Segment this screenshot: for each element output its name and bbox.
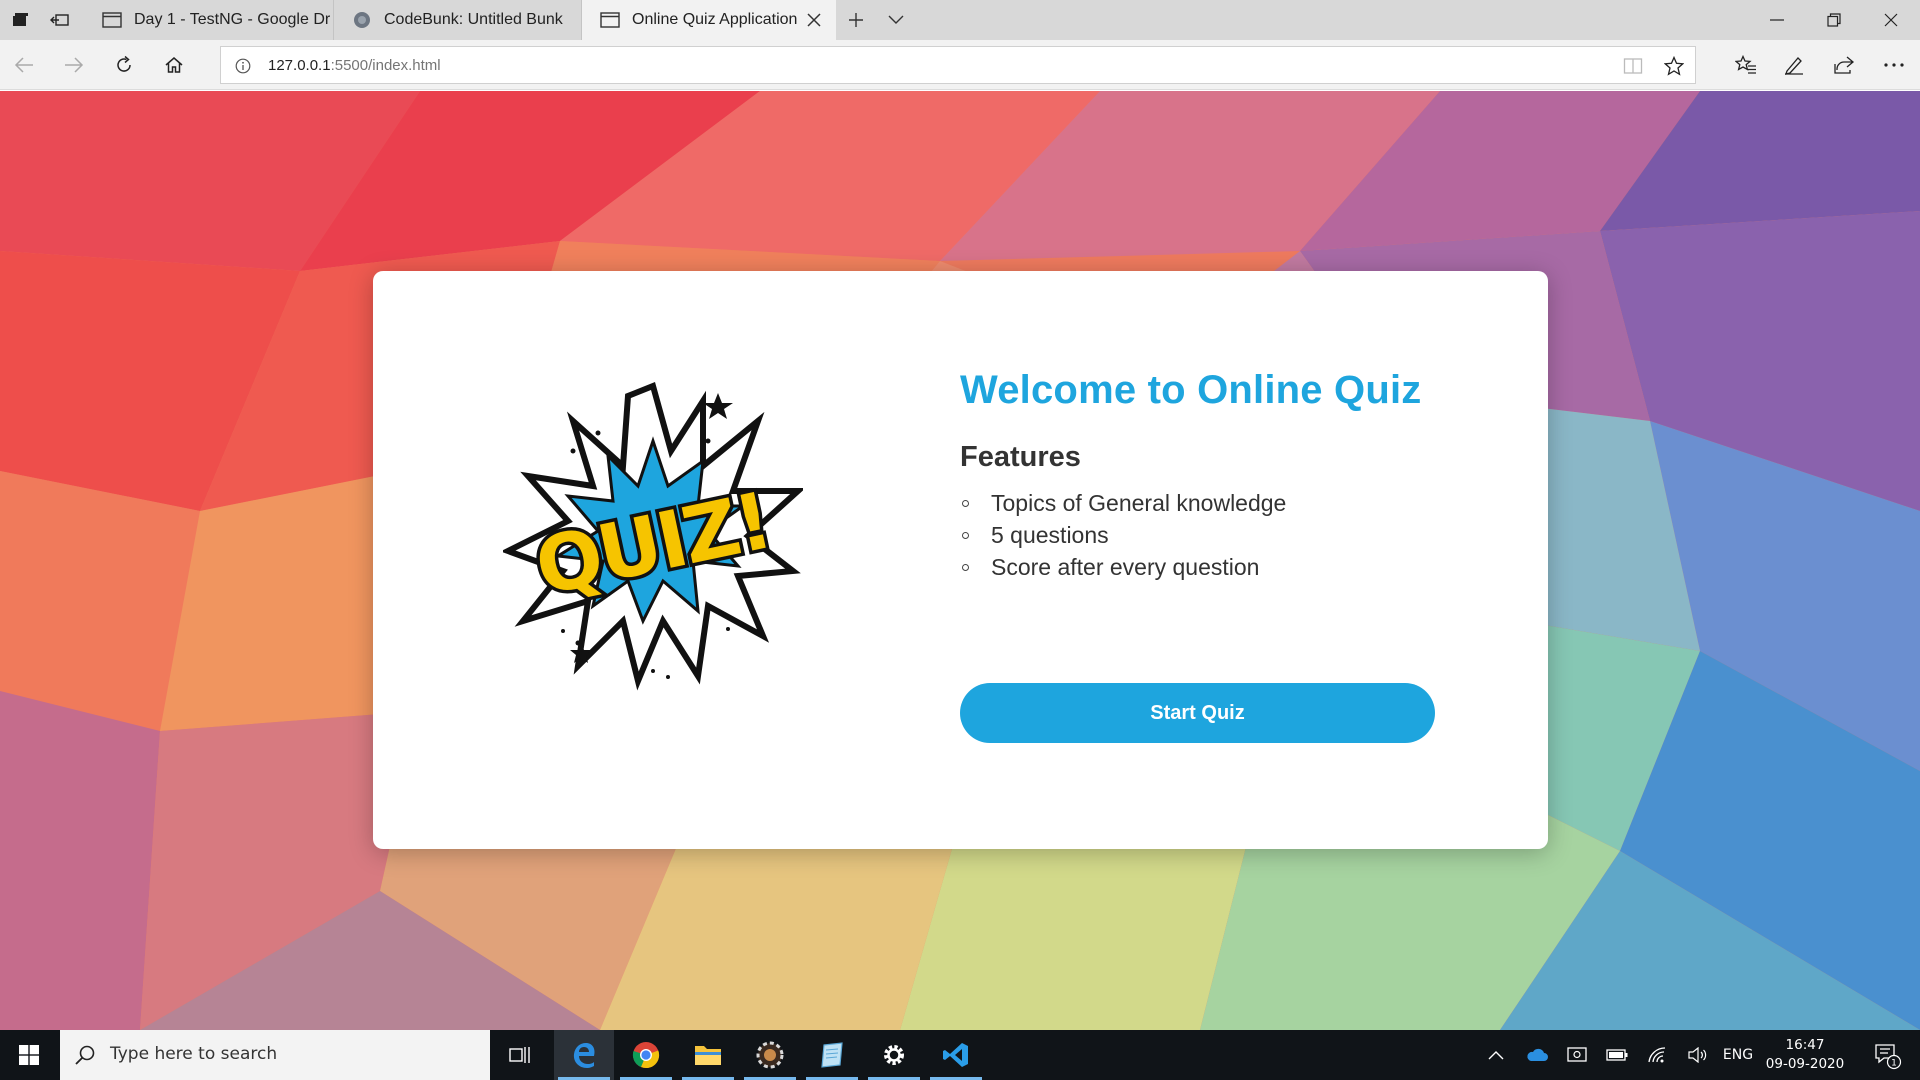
- restore-button[interactable]: [1809, 0, 1859, 40]
- page-viewport: QUIZ! Welcome to Online Quiz Features To…: [0, 91, 1920, 1030]
- favorite-star-icon[interactable]: [1662, 54, 1686, 78]
- folder-icon: [695, 1046, 721, 1065]
- notification-count-badge: 1: [1891, 1059, 1897, 1069]
- tab-label: Online Quiz Application: [632, 11, 798, 28]
- refresh-button[interactable]: [104, 45, 144, 85]
- minimize-button[interactable]: [1752, 0, 1802, 40]
- browser-toolbar: 127.0.0.1:5500/index.html: [0, 40, 1920, 90]
- start-button[interactable]: [0, 1030, 58, 1080]
- onedrive-icon[interactable]: [1524, 1030, 1550, 1080]
- gear-app-icon: [756, 1041, 784, 1069]
- url-path: :5500/index.html: [330, 57, 441, 74]
- tab-preview-chevron-icon[interactable]: [876, 0, 916, 40]
- task-view-icon: [509, 1047, 530, 1063]
- url-text[interactable]: 127.0.0.1:5500/index.html: [268, 57, 441, 74]
- features-heading: Features: [960, 441, 1081, 473]
- favorites-hub-icon[interactable]: [1726, 45, 1766, 85]
- volume-icon[interactable]: [1684, 1030, 1710, 1080]
- address-bar[interactable]: 127.0.0.1:5500/index.html: [220, 46, 1696, 84]
- more-options-icon[interactable]: [1874, 45, 1914, 85]
- app-taskbar-button[interactable]: [740, 1030, 800, 1080]
- tab-actions-icon[interactable]: [0, 0, 40, 40]
- language-label: ENG: [1722, 1047, 1754, 1063]
- back-button[interactable]: [4, 45, 44, 85]
- new-tab-button[interactable]: [836, 0, 876, 40]
- search-icon: [75, 1045, 95, 1065]
- search-placeholder: Type here to search: [110, 1044, 278, 1064]
- bullet-icon: [962, 500, 969, 507]
- star-icon: [703, 393, 733, 419]
- quiz-logo-image: QUIZ!: [503, 381, 803, 691]
- page-title: Welcome to Online Quiz: [960, 368, 1422, 412]
- windows-security-icon[interactable]: [1564, 1030, 1590, 1080]
- url-host: 127.0.0.1: [268, 57, 331, 74]
- chrome-icon: [632, 1042, 660, 1069]
- show-hidden-icons-chevron-icon[interactable]: [1484, 1030, 1508, 1080]
- file-explorer-taskbar-button[interactable]: [678, 1030, 738, 1080]
- battery-icon[interactable]: [1604, 1030, 1630, 1080]
- settings-taskbar-button[interactable]: [864, 1030, 924, 1080]
- codebunk-favicon-icon: [352, 12, 372, 28]
- settings-gear-icon: [884, 1045, 904, 1065]
- list-item: Topics of General knowledge: [960, 487, 1440, 519]
- bullet-icon: [962, 532, 969, 539]
- set-tabs-aside-icon[interactable]: [40, 0, 80, 40]
- feature-text: 5 questions: [991, 522, 1109, 548]
- tab-label: Day 1 - TestNG - Google Dr: [134, 11, 331, 28]
- share-icon[interactable]: [1824, 45, 1864, 85]
- browser-tab-strip: Day 1 - TestNG - Google Dr CodeBunk: Unt…: [0, 0, 1920, 40]
- tab-testng[interactable]: Day 1 - TestNG - Google Dr: [84, 0, 334, 40]
- list-item: Score after every question: [960, 551, 1440, 583]
- vscode-icon: [943, 1043, 968, 1067]
- feature-text: Score after every question: [991, 554, 1260, 580]
- system-clock[interactable]: 16:47 09-09-2020: [1760, 1036, 1850, 1074]
- tab-codebunk[interactable]: CodeBunk: Untitled Bunk: [334, 0, 582, 40]
- vscode-taskbar-button[interactable]: [926, 1030, 986, 1080]
- start-quiz-button[interactable]: Start Quiz: [960, 683, 1435, 743]
- taskbar-search-box[interactable]: Type here to search: [60, 1030, 490, 1080]
- notes-taskbar-button[interactable]: [802, 1030, 862, 1080]
- task-view-button[interactable]: [490, 1030, 550, 1080]
- site-info-icon[interactable]: [233, 56, 253, 76]
- clock-date: 09-09-2020: [1765, 1056, 1845, 1072]
- tab-label: CodeBunk: Untitled Bunk: [384, 11, 563, 28]
- list-item: 5 questions: [960, 519, 1440, 551]
- notifications-icon: 1: [1875, 1044, 1902, 1070]
- welcome-content: Welcome to Online Quiz Features Topics o…: [960, 368, 1440, 743]
- reading-view-icon[interactable]: [1621, 54, 1645, 78]
- windows-taskbar: Type here to search ENG 16:47 09-09-2020…: [0, 1030, 1920, 1080]
- forward-button[interactable]: [54, 45, 94, 85]
- input-language[interactable]: ENG: [1718, 1030, 1758, 1080]
- features-list: Topics of General knowledge 5 questions …: [960, 487, 1440, 583]
- windows-logo-icon: [19, 1045, 39, 1065]
- edge-taskbar-button[interactable]: [554, 1030, 614, 1080]
- page-icon: [600, 12, 620, 28]
- welcome-card: QUIZ! Welcome to Online Quiz Features To…: [373, 271, 1548, 849]
- action-center-button[interactable]: 1: [1862, 1030, 1912, 1080]
- feature-text: Topics of General knowledge: [991, 490, 1287, 516]
- close-window-button[interactable]: [1866, 0, 1916, 40]
- edge-icon: [573, 1043, 595, 1068]
- close-tab-icon[interactable]: [804, 10, 824, 30]
- home-button[interactable]: [154, 45, 194, 85]
- page-icon: [102, 12, 122, 28]
- chrome-taskbar-button[interactable]: [616, 1030, 676, 1080]
- wifi-icon[interactable]: [1644, 1030, 1670, 1080]
- notepad-icon: [821, 1042, 843, 1068]
- tab-online-quiz[interactable]: Online Quiz Application: [582, 0, 836, 40]
- bullet-icon: [962, 564, 969, 571]
- web-note-pen-icon[interactable]: [1774, 45, 1814, 85]
- clock-time: 16:47: [1785, 1037, 1825, 1053]
